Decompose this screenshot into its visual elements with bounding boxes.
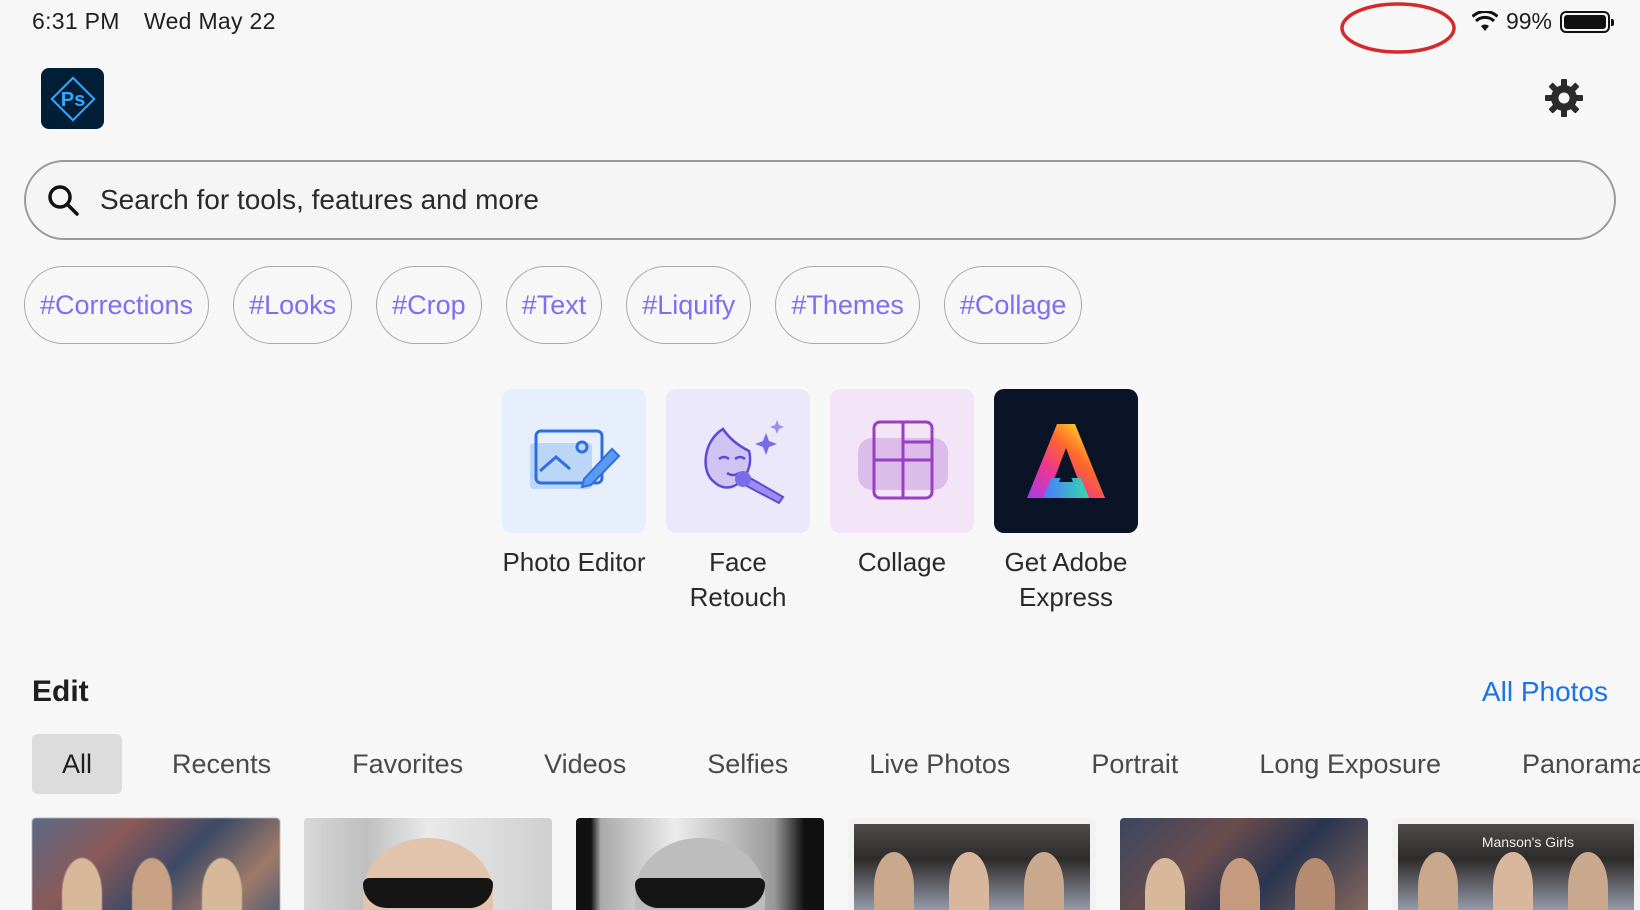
tag-collage[interactable]: #Collage	[943, 266, 1083, 344]
filter-all[interactable]: All	[32, 734, 123, 794]
photo-editor-tile[interactable]	[502, 389, 646, 533]
search-input[interactable]	[100, 184, 1500, 216]
filter-portrait[interactable]: Portrait	[1091, 734, 1178, 794]
photo-figure	[202, 858, 242, 910]
tag-list: #Corrections #Looks #Crop #Text #Liquify…	[24, 266, 1083, 344]
tool-label-collage: Collage	[857, 547, 947, 577]
video-thumbnail[interactable]	[576, 818, 824, 910]
photo-figure	[1493, 852, 1533, 910]
tag-looks[interactable]: #Looks	[233, 266, 353, 344]
face-retouch-tile[interactable]	[666, 389, 810, 533]
ps-logo-icon: Ps	[49, 75, 96, 122]
photo-thumbnail[interactable]	[32, 818, 280, 910]
edit-section-title: Edit	[32, 675, 89, 708]
search-icon	[48, 185, 79, 216]
photo-figure	[1220, 858, 1260, 910]
photo-figure	[1295, 858, 1335, 910]
tool-collage[interactable]: Collage	[830, 389, 974, 615]
photo-thumbnail[interactable]	[304, 818, 552, 910]
adobe-express-icon	[1027, 424, 1105, 498]
tag-text[interactable]: #Text	[505, 266, 603, 344]
tool-label-face-retouch: Face Retouch	[689, 547, 787, 612]
filter-live-photos[interactable]: Live Photos	[869, 734, 1010, 794]
tool-grid: Photo Editor Face Retouch Collage Get Ad…	[502, 389, 1138, 615]
tool-photo-editor[interactable]: Photo Editor	[502, 389, 646, 615]
thumbnail-caption: Manson's Girls	[1481, 834, 1574, 850]
photo-figure	[1024, 852, 1064, 910]
photo-thumbnail[interactable]: Manson's Girls	[1392, 818, 1640, 910]
photo-sunglasses	[363, 878, 493, 908]
photo-figure	[1145, 858, 1185, 910]
gear-icon[interactable]	[1544, 78, 1584, 118]
photo-sunglasses	[635, 878, 765, 908]
photo-figure	[1568, 852, 1608, 910]
filter-panorama[interactable]: Panorama	[1522, 734, 1640, 794]
wifi-icon	[1471, 10, 1498, 31]
photo-editor-icon	[530, 429, 621, 489]
photo-grid: Manson's Girls	[32, 818, 1640, 910]
status-indicators: 99%	[1471, 8, 1614, 35]
tool-adobe-express[interactable]: Get Adobe Express	[994, 389, 1138, 615]
tag-themes[interactable]: #Themes	[775, 266, 920, 344]
photo-figure	[874, 852, 914, 910]
tag-liquify[interactable]: #Liquify	[626, 266, 752, 344]
filter-selfies[interactable]: Selfies	[707, 734, 788, 794]
ps-logo-text: Ps	[60, 89, 84, 111]
annotation-circle	[1340, 2, 1456, 54]
battery-fill	[1564, 14, 1606, 29]
all-photos-link[interactable]: All Photos	[1482, 676, 1608, 708]
face-retouch-icon	[704, 420, 785, 505]
tag-corrections[interactable]: #Corrections	[24, 266, 210, 344]
filter-tabs: All Recents Favorites Videos Selfies Liv…	[32, 734, 1640, 794]
filter-long-exposure[interactable]: Long Exposure	[1259, 734, 1441, 794]
adobe-express-tile[interactable]	[994, 389, 1138, 533]
filter-favorites[interactable]: Favorites	[352, 734, 463, 794]
photoshop-logo[interactable]: Ps	[41, 68, 104, 129]
tool-label-adobe-express: Get Adobe Express	[1004, 547, 1128, 612]
filter-videos[interactable]: Videos	[544, 734, 626, 794]
tool-label-photo-editor: Photo Editor	[502, 547, 646, 577]
photo-thumbnail[interactable]	[848, 818, 1096, 910]
photo-figure	[62, 858, 102, 910]
photo-figure	[1418, 852, 1458, 910]
filter-recents[interactable]: Recents	[172, 734, 271, 794]
tag-crop[interactable]: #Crop	[376, 266, 482, 344]
status-time: 6:31 PM	[32, 8, 120, 34]
collage-tile[interactable]	[830, 389, 974, 533]
battery-percent: 99%	[1505, 8, 1552, 34]
photo-figure	[132, 858, 172, 910]
search-bar[interactable]	[24, 160, 1616, 240]
battery-icon	[1560, 10, 1614, 33]
collage-icon	[858, 420, 948, 500]
status-date: Wed May 22	[144, 8, 276, 34]
photo-figure	[949, 852, 989, 910]
photo-thumbnail[interactable]	[1120, 818, 1368, 910]
tool-face-retouch[interactable]: Face Retouch	[666, 389, 810, 615]
